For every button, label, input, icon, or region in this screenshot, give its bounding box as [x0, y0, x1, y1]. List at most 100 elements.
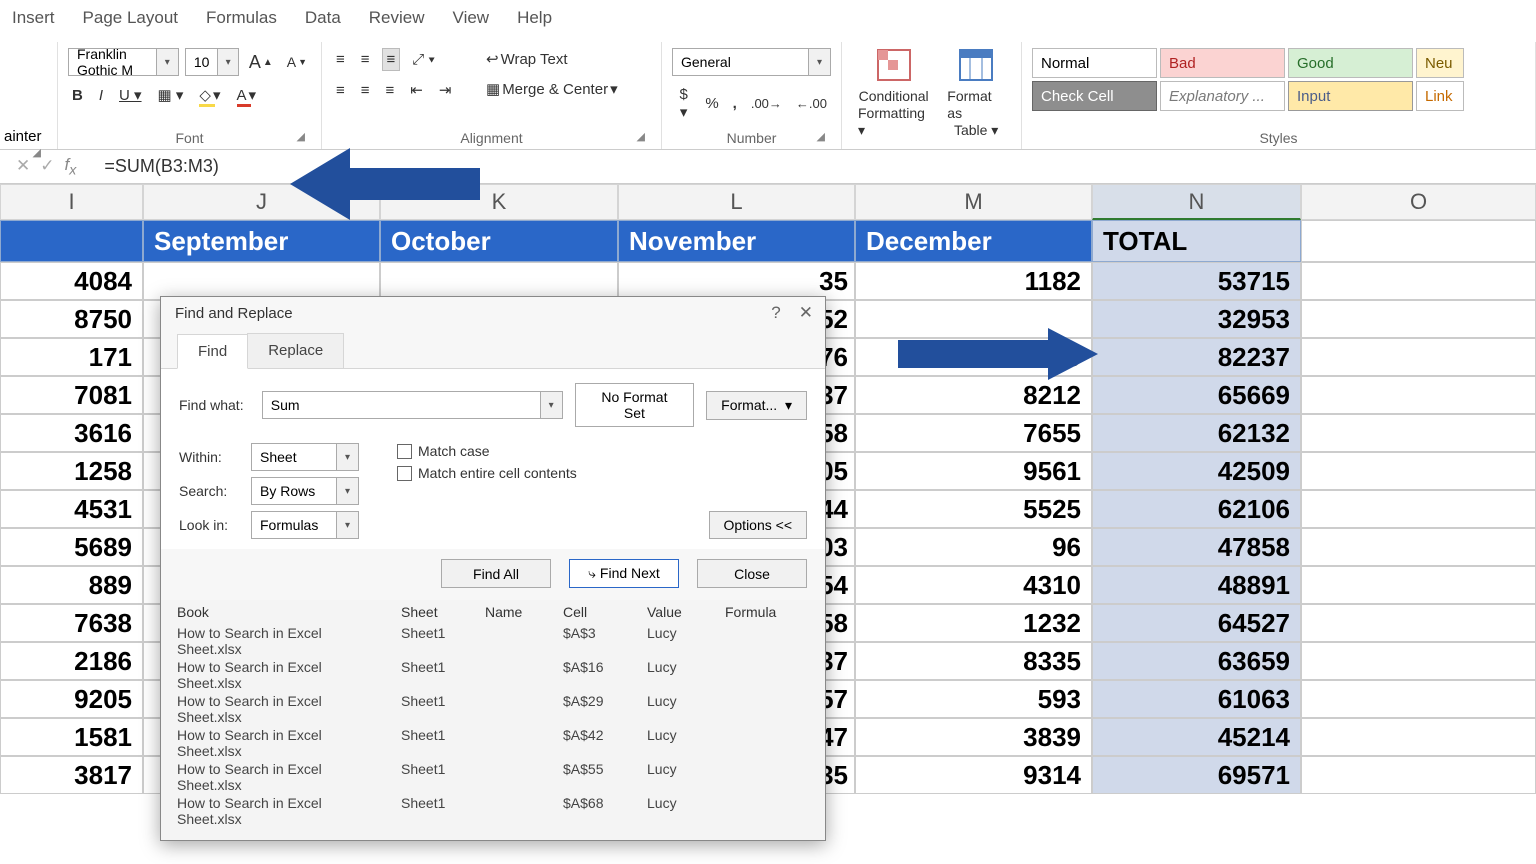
- cell-O-15[interactable]: [1301, 718, 1536, 756]
- format-button[interactable]: Format... ▾: [706, 391, 807, 420]
- cell-M-16[interactable]: 9314: [855, 756, 1092, 794]
- cell-M-3[interactable]: 1182: [855, 262, 1092, 300]
- italic-button[interactable]: I: [95, 85, 107, 106]
- cell-O-3[interactable]: [1301, 262, 1536, 300]
- cell-N-9[interactable]: 62106: [1092, 490, 1301, 528]
- cell-O-5[interactable]: [1301, 338, 1536, 376]
- cell-I-16[interactable]: 3817: [0, 756, 143, 794]
- font-color-button[interactable]: A ▾: [233, 84, 261, 106]
- align-center-button[interactable]: ≡: [357, 80, 374, 101]
- cell-M-13[interactable]: 8335: [855, 642, 1092, 680]
- cell-N-15[interactable]: 45214: [1092, 718, 1301, 756]
- result-row[interactable]: How to Search in Excel Sheet.xlsxSheet1$…: [177, 760, 809, 794]
- cell-O-10[interactable]: [1301, 528, 1536, 566]
- style-neu[interactable]: Neu: [1416, 48, 1464, 78]
- tab-view[interactable]: View: [453, 8, 490, 28]
- month-header-N[interactable]: TOTAL: [1092, 220, 1301, 262]
- currency-button[interactable]: $ ▾: [672, 84, 695, 123]
- format-painter-label[interactable]: ainter: [4, 128, 42, 145]
- cell-N-5[interactable]: 82237: [1092, 338, 1301, 376]
- cell-O-12[interactable]: [1301, 604, 1536, 642]
- shrink-font-button[interactable]: A▼: [283, 52, 311, 72]
- cell-O-7[interactable]: [1301, 414, 1536, 452]
- cell-I-13[interactable]: 2186: [0, 642, 143, 680]
- cell-M-10[interactable]: 96: [855, 528, 1092, 566]
- cell-I-7[interactable]: 3616: [0, 414, 143, 452]
- cell-M-14[interactable]: 593: [855, 680, 1092, 718]
- percent-button[interactable]: %: [701, 93, 722, 114]
- month-header-K[interactable]: October: [380, 220, 618, 262]
- cell-N-10[interactable]: 47858: [1092, 528, 1301, 566]
- cell-O-13[interactable]: [1301, 642, 1536, 680]
- month-header-M[interactable]: December: [855, 220, 1092, 262]
- indent-increase-button[interactable]: ⇥: [435, 79, 456, 101]
- style-explanatory-[interactable]: Explanatory ...: [1160, 81, 1285, 111]
- result-row[interactable]: How to Search in Excel Sheet.xlsxSheet1$…: [177, 726, 809, 760]
- decrease-decimal-button[interactable]: ←.00: [792, 94, 831, 113]
- tab-formulas[interactable]: Formulas: [206, 8, 277, 28]
- wrap-text-button[interactable]: ↩ Wrap Text: [482, 48, 572, 70]
- col-header-N[interactable]: N: [1092, 184, 1301, 220]
- tab-page-layout[interactable]: Page Layout: [83, 8, 178, 28]
- cell-O-11[interactable]: [1301, 566, 1536, 604]
- cell-M-15[interactable]: 3839: [855, 718, 1092, 756]
- find-next-button[interactable]: ⤷ Find Next: [569, 559, 679, 588]
- cancel-icon[interactable]: ✕: [16, 156, 30, 176]
- tab-replace[interactable]: Replace: [247, 333, 344, 368]
- cell-I-4[interactable]: 8750: [0, 300, 143, 338]
- match-cell-checkbox[interactable]: Match entire cell contents: [397, 465, 577, 481]
- cell-M-6[interactable]: 8212: [855, 376, 1092, 414]
- align-middle-button[interactable]: ≡: [357, 49, 374, 70]
- fill-color-button[interactable]: ◇ ▾: [195, 84, 224, 106]
- match-case-checkbox[interactable]: Match case: [397, 443, 577, 459]
- month-header-L[interactable]: November: [618, 220, 855, 262]
- merge-center-button[interactable]: ▦ Merge & Center ▾: [482, 78, 622, 100]
- style-bad[interactable]: Bad: [1160, 48, 1285, 78]
- cell-K-3[interactable]: [380, 262, 618, 300]
- col-header-I[interactable]: I: [0, 184, 143, 220]
- cell-O-16[interactable]: [1301, 756, 1536, 794]
- font-size-select[interactable]: 10▾: [185, 48, 239, 76]
- options-button[interactable]: Options <<: [709, 511, 808, 539]
- style-good[interactable]: Good: [1288, 48, 1413, 78]
- increase-decimal-button[interactable]: .00→: [747, 94, 786, 113]
- number-format-select[interactable]: General▾: [672, 48, 831, 76]
- cell-styles-gallery[interactable]: NormalBadGoodNeuCheck CellExplanatory ..…: [1032, 48, 1525, 111]
- cell-M-7[interactable]: 7655: [855, 414, 1092, 452]
- cell-O-6[interactable]: [1301, 376, 1536, 414]
- month-header-J[interactable]: September: [143, 220, 380, 262]
- cell-I-3[interactable]: 4084: [0, 262, 143, 300]
- find-what-input[interactable]: Sum▾: [262, 391, 563, 419]
- orientation-button[interactable]: ⤢ ▾: [408, 49, 438, 70]
- col-header-M[interactable]: M: [855, 184, 1092, 220]
- cell-O-14[interactable]: [1301, 680, 1536, 718]
- indent-decrease-button[interactable]: ⇤: [406, 79, 427, 101]
- cell-I-12[interactable]: 7638: [0, 604, 143, 642]
- cell-O-4[interactable]: [1301, 300, 1536, 338]
- month-header-O[interactable]: [1301, 220, 1536, 262]
- font-name-select[interactable]: Franklin Gothic M▾: [68, 48, 179, 76]
- cell-I-6[interactable]: 7081: [0, 376, 143, 414]
- cell-N-8[interactable]: 42509: [1092, 452, 1301, 490]
- comma-button[interactable]: ,: [729, 93, 741, 114]
- style-link[interactable]: Link: [1416, 81, 1464, 111]
- grow-font-button[interactable]: A▲: [245, 50, 277, 75]
- cell-M-9[interactable]: 5525: [855, 490, 1092, 528]
- cell-M-8[interactable]: 9561: [855, 452, 1092, 490]
- month-header-I[interactable]: [0, 220, 143, 262]
- tab-review[interactable]: Review: [369, 8, 425, 28]
- result-row[interactable]: How to Search in Excel Sheet.xlsxSheet1$…: [177, 692, 809, 726]
- cell-I-9[interactable]: 4531: [0, 490, 143, 528]
- cell-J-3[interactable]: [143, 262, 380, 300]
- format-as-table-button[interactable]: Format asTable ▾: [941, 46, 1011, 145]
- cell-M-11[interactable]: 4310: [855, 566, 1092, 604]
- conditional-formatting-button[interactable]: ConditionalFormatting ▾: [852, 46, 935, 145]
- cell-O-9[interactable]: [1301, 490, 1536, 528]
- tab-data[interactable]: Data: [305, 8, 341, 28]
- cell-M-12[interactable]: 1232: [855, 604, 1092, 642]
- align-right-button[interactable]: ≡: [382, 80, 399, 101]
- fx-icon[interactable]: fx: [65, 155, 77, 178]
- style-normal[interactable]: Normal: [1032, 48, 1157, 78]
- align-bottom-button[interactable]: ≡: [382, 48, 401, 71]
- bold-button[interactable]: B: [68, 85, 87, 106]
